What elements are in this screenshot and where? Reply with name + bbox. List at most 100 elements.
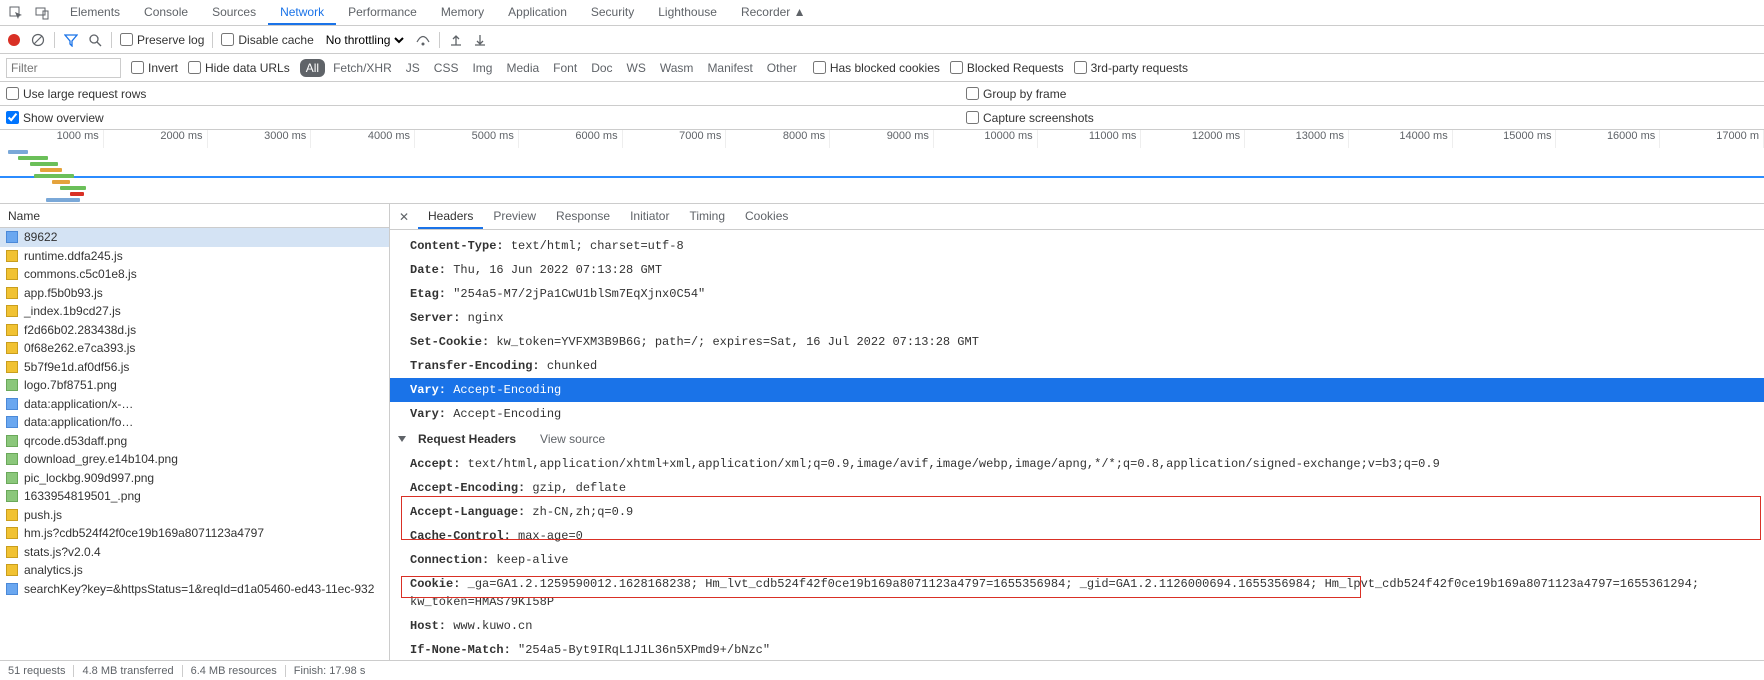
- device-toggle-icon[interactable]: [30, 2, 54, 24]
- request-row[interactable]: runtime.ddfa245.js: [0, 247, 389, 266]
- filter-chip-img[interactable]: Img: [466, 59, 498, 77]
- timeline-tick: 5000 ms: [415, 130, 519, 148]
- request-header-line[interactable]: Cache-Control: max-age=0: [390, 524, 1764, 548]
- hide-data-urls-checkbox[interactable]: Hide data URLs: [188, 61, 290, 75]
- top-tab-application[interactable]: Application: [496, 1, 579, 25]
- request-header-line[interactable]: Cookie: _ga=GA1.2.1259590012.1628168238;…: [390, 572, 1764, 614]
- name-column-header[interactable]: Name: [0, 204, 389, 228]
- response-header-line[interactable]: Vary: Accept-Encoding: [390, 378, 1764, 402]
- filter-chip-media[interactable]: Media: [500, 59, 545, 77]
- close-details-icon[interactable]: ✕: [394, 210, 414, 224]
- request-header-line[interactable]: Host: www.kuwo.cn: [390, 614, 1764, 638]
- request-row[interactable]: 1633954819501_.png: [0, 487, 389, 506]
- export-har-icon[interactable]: [472, 32, 488, 48]
- detail-tab-preview[interactable]: Preview: [483, 205, 546, 229]
- filter-chip-doc[interactable]: Doc: [585, 59, 618, 77]
- request-name: runtime.ddfa245.js: [24, 249, 123, 263]
- detail-tab-headers[interactable]: Headers: [418, 205, 483, 229]
- filter-input[interactable]: [6, 58, 121, 78]
- request-row[interactable]: analytics.js: [0, 561, 389, 580]
- response-header-line[interactable]: Set-Cookie: kw_token=YVFXM3B9B6G; path=/…: [390, 330, 1764, 354]
- filter-chip-all[interactable]: All: [300, 59, 325, 77]
- filter-chip-js[interactable]: JS: [400, 59, 426, 77]
- third-party-checkbox[interactable]: 3rd-party requests: [1074, 61, 1188, 75]
- request-row[interactable]: data:application/x-…: [0, 395, 389, 414]
- top-tab-performance[interactable]: Performance: [336, 1, 429, 25]
- timeline-overview[interactable]: 1000 ms2000 ms3000 ms4000 ms5000 ms6000 …: [0, 130, 1764, 204]
- request-row[interactable]: app.f5b0b93.js: [0, 284, 389, 303]
- request-header-line[interactable]: Accept-Language: zh-CN,zh;q=0.9: [390, 500, 1764, 524]
- use-large-rows-checkbox[interactable]: Use large request rows: [6, 87, 146, 101]
- request-row[interactable]: _index.1b9cd27.js: [0, 302, 389, 321]
- request-header-line[interactable]: If-None-Match: "254a5-Byt9IRqL1J1L36n5XP…: [390, 638, 1764, 660]
- request-header-line[interactable]: Connection: keep-alive: [390, 548, 1764, 572]
- request-row[interactable]: 0f68e262.e7ca393.js: [0, 339, 389, 358]
- request-headers-section[interactable]: Request HeadersView source: [390, 426, 1764, 452]
- request-row[interactable]: qrcode.d53daff.png: [0, 432, 389, 451]
- request-name: hm.js?cdb524f42f0ce19b169a8071123a4797: [24, 526, 264, 540]
- response-header-line[interactable]: Server: nginx: [390, 306, 1764, 330]
- filter-chip-css[interactable]: CSS: [428, 59, 465, 77]
- response-header-line[interactable]: Date: Thu, 16 Jun 2022 07:13:28 GMT: [390, 258, 1764, 282]
- response-header-line[interactable]: Vary: Accept-Encoding: [390, 402, 1764, 426]
- filter-chip-fetch-xhr[interactable]: Fetch/XHR: [327, 59, 398, 77]
- import-har-icon[interactable]: [448, 32, 464, 48]
- filter-chip-ws[interactable]: WS: [621, 59, 652, 77]
- top-tab-elements[interactable]: Elements: [58, 1, 132, 25]
- top-tab-network[interactable]: Network: [268, 1, 336, 25]
- inspect-icon[interactable]: [4, 2, 28, 24]
- request-row[interactable]: hm.js?cdb524f42f0ce19b169a8071123a4797: [0, 524, 389, 543]
- request-row[interactable]: logo.7bf8751.png: [0, 376, 389, 395]
- response-header-line[interactable]: Transfer-Encoding: chunked: [390, 354, 1764, 378]
- has-blocked-cookies-checkbox[interactable]: Has blocked cookies: [813, 61, 940, 75]
- filter-icon[interactable]: [63, 32, 79, 48]
- blocked-requests-checkbox[interactable]: Blocked Requests: [950, 61, 1064, 75]
- preserve-log-checkbox[interactable]: Preserve log: [120, 33, 204, 47]
- throttling-select[interactable]: No throttling: [322, 32, 407, 48]
- response-header-line[interactable]: Etag: "254a5-M7/2jPa1CwU1blSm7EqXjnx0C54…: [390, 282, 1764, 306]
- request-list[interactable]: 89622 runtime.ddfa245.js commons.c5c01e8.j…: [0, 228, 389, 660]
- request-row[interactable]: 89622: [0, 228, 389, 247]
- headers-body[interactable]: Content-Type: text/html; charset=utf-8Da…: [390, 230, 1764, 660]
- filter-chip-manifest[interactable]: Manifest: [701, 59, 758, 77]
- filter-chip-other[interactable]: Other: [761, 59, 803, 77]
- view-source-link[interactable]: View source: [540, 432, 605, 446]
- request-row[interactable]: data:application/fo…: [0, 413, 389, 432]
- top-tab-lighthouse[interactable]: Lighthouse: [646, 1, 729, 25]
- detail-tab-initiator[interactable]: Initiator: [620, 205, 679, 229]
- filter-chip-wasm[interactable]: Wasm: [654, 59, 700, 77]
- detail-tab-response[interactable]: Response: [546, 205, 620, 229]
- top-tab-memory[interactable]: Memory: [429, 1, 496, 25]
- request-row[interactable]: f2d66b02.283438d.js: [0, 321, 389, 340]
- status-bar: 51 requests 4.8 MB transferred 6.4 MB re…: [0, 660, 1764, 680]
- timeline-tick: 14000 ms: [1349, 130, 1453, 148]
- request-row[interactable]: push.js: [0, 506, 389, 525]
- record-button[interactable]: [6, 32, 22, 48]
- detail-tab-cookies[interactable]: Cookies: [735, 205, 798, 229]
- top-tab-sources[interactable]: Sources: [200, 1, 268, 25]
- search-icon[interactable]: [87, 32, 103, 48]
- request-row[interactable]: download_grey.e14b104.png: [0, 450, 389, 469]
- group-by-frame-checkbox[interactable]: Group by frame: [966, 87, 1066, 101]
- disable-cache-checkbox[interactable]: Disable cache: [221, 33, 313, 47]
- request-name: data:application/fo…: [24, 415, 133, 429]
- top-tab-security[interactable]: Security: [579, 1, 646, 25]
- top-tab-recorder-[interactable]: Recorder ▲: [729, 1, 818, 25]
- filter-chip-font[interactable]: Font: [547, 59, 583, 77]
- clear-icon[interactable]: [30, 32, 46, 48]
- detail-tab-timing[interactable]: Timing: [679, 205, 735, 229]
- response-header-line[interactable]: Content-Type: text/html; charset=utf-8: [390, 234, 1764, 258]
- request-row[interactable]: stats.js?v2.0.4: [0, 543, 389, 562]
- request-header-line[interactable]: Accept-Encoding: gzip, deflate: [390, 476, 1764, 500]
- network-conditions-icon[interactable]: [415, 32, 431, 48]
- capture-screenshots-checkbox[interactable]: Capture screenshots: [966, 111, 1094, 125]
- show-overview-checkbox[interactable]: Show overview: [6, 111, 104, 125]
- request-row[interactable]: pic_lockbg.909d997.png: [0, 469, 389, 488]
- request-header-line[interactable]: Accept: text/html,application/xhtml+xml,…: [390, 452, 1764, 476]
- invert-checkbox[interactable]: Invert: [131, 61, 178, 75]
- request-row[interactable]: searchKey?key=&httpsStatus=1&reqId=d1a05…: [0, 580, 389, 599]
- request-row[interactable]: commons.c5c01e8.js: [0, 265, 389, 284]
- top-tab-console[interactable]: Console: [132, 1, 200, 25]
- request-row[interactable]: 5b7f9e1d.af0df56.js: [0, 358, 389, 377]
- header-key: Date:: [410, 263, 446, 277]
